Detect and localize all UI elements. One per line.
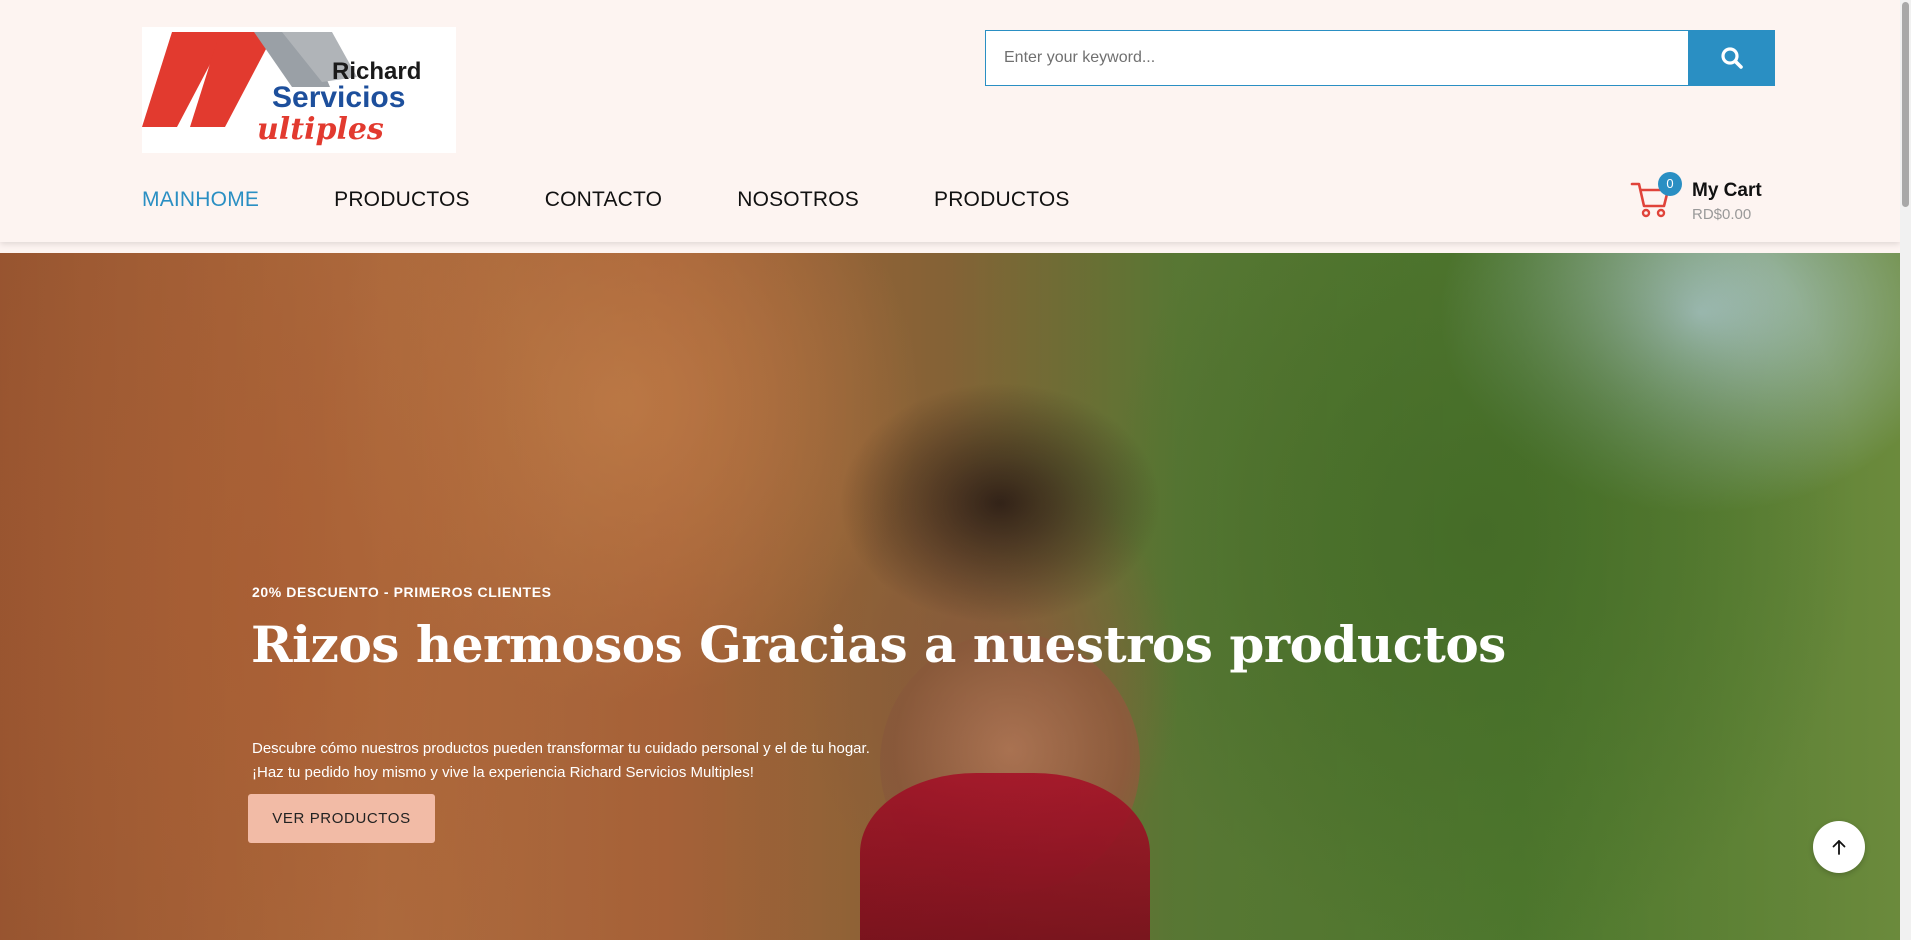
hero-promo-tag: 20% DESCUENTO - PRIMEROS CLIENTES	[252, 584, 552, 600]
cart-title: My Cart	[1692, 180, 1762, 201]
hero-banner: 20% DESCUENTO - PRIMEROS CLIENTES Rizos …	[0, 253, 1900, 940]
cart-amount: RD$0.00	[1692, 206, 1752, 223]
search-form	[985, 30, 1775, 86]
logo-text-servicios: Servicios	[272, 81, 405, 114]
nav-item-contacto[interactable]: CONTACTO	[545, 188, 663, 212]
scrollbar-thumb[interactable]	[1902, 2, 1909, 207]
ver-productos-button[interactable]: VER PRODUCTOS	[248, 794, 435, 843]
main-nav: MAINHOME PRODUCTOS CONTACTO NOSOTROS PRO…	[142, 188, 1070, 212]
page-scrollbar[interactable]	[1900, 0, 1911, 940]
hero-description-line-2: ¡Haz tu pedido hoy mismo y vive la exper…	[252, 764, 754, 781]
logo-text-multiples: ultiples	[257, 112, 384, 147]
cart-widget[interactable]: 0 My Cart RD$0.00	[1630, 172, 1770, 232]
scroll-to-top-button[interactable]	[1813, 821, 1865, 873]
search-icon	[1720, 47, 1743, 69]
nav-item-productos[interactable]: PRODUCTOS	[334, 188, 470, 212]
search-button[interactable]	[1688, 30, 1775, 86]
nav-item-mainhome[interactable]: MAINHOME	[142, 188, 259, 212]
logo-mark: Richard Servicios ultiples	[142, 32, 421, 147]
nav-item-productos-2[interactable]: PRODUCTOS	[934, 188, 1070, 212]
arrow-up-icon	[1832, 840, 1846, 855]
hero-title: Rizos hermosos Gracias a nuestros produc…	[251, 615, 1506, 674]
site-header: Richard Servicios ultiples MAINHOME PROD…	[0, 0, 1900, 242]
cart-count-badge: 0	[1658, 172, 1682, 196]
logo[interactable]: Richard Servicios ultiples	[142, 27, 456, 153]
hero-description: Descubre cómo nuestros productos pueden …	[252, 737, 870, 785]
nav-item-nosotros[interactable]: NOSOTROS	[737, 188, 859, 212]
search-input[interactable]	[985, 30, 1688, 86]
hero-description-line-1: Descubre cómo nuestros productos pueden …	[252, 740, 870, 757]
